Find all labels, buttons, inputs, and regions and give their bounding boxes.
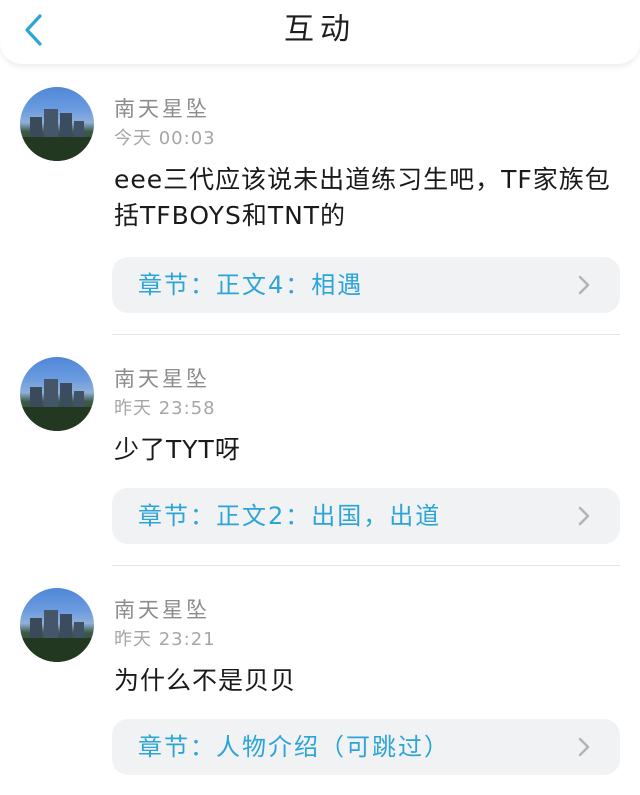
page-title: 互动: [284, 12, 356, 47]
chevron-right-icon: [578, 506, 590, 526]
timestamp: 昨天 23:21: [114, 629, 216, 650]
comment-text: eee三代应该说未出道练习生吧，TF家族包括TFBOYS和TNT的: [114, 165, 611, 230]
comment-item: 南天星坠 今天 00:03 eee三代应该说未出道练习生吧，TF家族包括TFBO…: [0, 64, 640, 335]
top-bar: 互动: [0, 0, 640, 64]
comment-text: 为什么不是贝贝: [114, 666, 297, 695]
comment-item: 南天星坠 昨天 23:21 为什么不是贝贝 章节：人物介绍（可跳过）: [0, 565, 640, 795]
username[interactable]: 南天星坠: [114, 96, 210, 122]
chapter-link[interactable]: 章节：正文2：出国，出道: [112, 488, 620, 544]
timestamp: 今天 00:03: [114, 128, 216, 149]
avatar[interactable]: [20, 588, 94, 662]
username[interactable]: 南天星坠: [114, 597, 210, 623]
comment-list: 南天星坠 今天 00:03 eee三代应该说未出道练习生吧，TF家族包括TFBO…: [0, 64, 640, 791]
chevron-right-icon: [578, 737, 590, 757]
avatar[interactable]: [20, 87, 94, 161]
chapter-label: 章节：正文4：相遇: [138, 271, 364, 299]
username[interactable]: 南天星坠: [114, 366, 210, 392]
comment-text: 少了TYT呀: [114, 435, 241, 464]
chapter-label: 章节：人物介绍（可跳过）: [138, 733, 450, 761]
chapter-link[interactable]: 章节：正文4：相遇: [112, 257, 620, 313]
chapter-link[interactable]: 章节：人物介绍（可跳过）: [112, 719, 620, 775]
chapter-label: 章节：正文2：出国，出道: [138, 502, 442, 530]
comment-item: 南天星坠 昨天 23:58 少了TYT呀 章节：正文2：出国，出道: [0, 334, 640, 566]
timestamp: 昨天 23:58: [114, 398, 216, 419]
avatar[interactable]: [20, 357, 94, 431]
chevron-right-icon: [578, 275, 590, 295]
